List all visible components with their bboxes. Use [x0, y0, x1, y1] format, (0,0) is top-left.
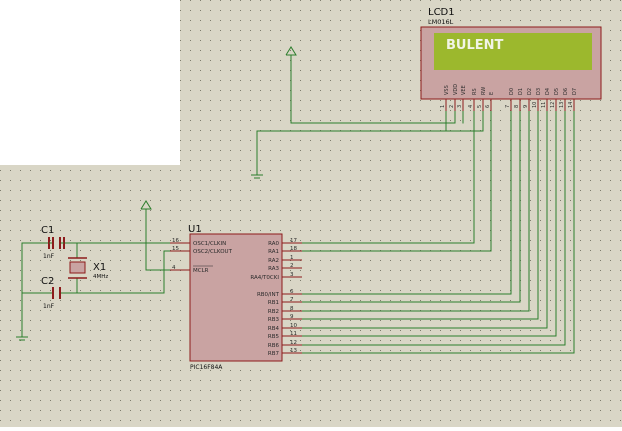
mcu-pin-number: 2: [290, 263, 294, 269]
mcu-part-number: PIC16F84A: [190, 364, 223, 371]
lcd-pin-number: 11: [541, 102, 547, 108]
mcu-pin-name: OSC1/CLKIN: [193, 241, 226, 247]
lcd-pin-number: 7: [505, 105, 511, 108]
mcu-pin-number: 18: [290, 246, 297, 252]
lcd-pin-number: 14: [568, 102, 574, 108]
mcu-pin-number: 8: [290, 306, 294, 312]
c1-value: 1nF: [43, 253, 55, 260]
x1-value: 4MHz: [93, 274, 108, 280]
mcu-pin-name: RA0: [268, 241, 279, 247]
lcd-pin-name: D2: [527, 88, 533, 95]
lcd-pin-name: D4: [545, 88, 551, 95]
mcu-pin-number: 7: [290, 297, 294, 303]
mcu-pin-number: 9: [290, 314, 294, 320]
lcd-part-number: LM016L: [428, 18, 454, 26]
lcd-pin-name: D5: [554, 88, 560, 95]
mcu-pin-number: 3: [290, 272, 294, 278]
mcu-pin-name: RB4: [268, 326, 280, 332]
mcu-pin-name: RB1: [268, 300, 279, 306]
lcd-pin-number: 9: [523, 105, 529, 108]
mcu-pin-number: 10: [290, 323, 297, 329]
mcu-pin-name: RA1: [268, 249, 279, 255]
lcd-display-text: BULENT: [446, 38, 504, 53]
c1-reference: C1: [41, 225, 54, 236]
mcu-pin-name: RB3: [268, 317, 280, 323]
mcu-pin-name: RA4/T0CKI: [250, 275, 279, 281]
mcu-reference: U1: [188, 224, 202, 235]
mcu-pin-name: RB2: [268, 309, 279, 315]
mcu-pin-number: 12: [290, 340, 297, 346]
mcu-pin-number: 1: [290, 255, 294, 261]
c2-reference: C2: [41, 276, 54, 287]
mcu-pin-name: RB6: [268, 343, 280, 349]
lcd-pin-number: 4: [468, 105, 474, 108]
x1-reference: X1: [93, 262, 106, 273]
lcd-pin-number: 8: [514, 105, 520, 108]
pic-microcontroller[interactable]: U1 PIC16F84A 16 OSC1/CLKIN15 OSC2/CLKOUT4 M…: [170, 224, 302, 371]
lcd-pin-number: 3: [457, 105, 463, 108]
mcu-pin-name: RB5: [268, 334, 280, 340]
lcd-pin-number: 2: [449, 105, 455, 108]
schematic-drawing: BULENT LCD1 LM016L VSS 1 VDD 2 VEE 3 RS 4 RW 5 E 6 D…: [0, 0, 622, 427]
lcd-pin-name: E: [489, 92, 495, 95]
lcd-pin-name: VEE: [461, 85, 467, 95]
lcd-pin-number: 5: [477, 105, 483, 108]
mcu-pin-number: 4: [172, 265, 176, 271]
lcd-pin-name: D3: [536, 88, 542, 95]
mcu-pin-name: RB7: [268, 351, 280, 357]
lcd-pin-name: D1: [518, 88, 524, 95]
mcu-pin-name: MCLR: [193, 268, 209, 274]
lcd-pin-number: 6: [485, 105, 491, 108]
lcd-pin-number: 1: [440, 105, 446, 108]
lcd-pin-name: D7: [572, 88, 578, 95]
lcd-pin-name: D0: [509, 88, 515, 95]
mcu-pin-number: 15: [172, 246, 179, 252]
lcd-pin-name: RW: [481, 87, 487, 95]
mcu-pin-number: 11: [290, 331, 297, 337]
lcd-pin-number: 13: [559, 102, 565, 108]
mcu-pin-name: RB0/INT: [257, 292, 280, 298]
lcd-pin-number: 12: [550, 102, 556, 108]
lcd-pin-name: VDD: [453, 84, 459, 95]
mcu-pin-name: OSC2/CLKOUT: [193, 249, 233, 255]
mcu-pin-number: 13: [290, 348, 297, 354]
c2-value: 1nF: [43, 303, 55, 310]
mcu-pin-number: 6: [290, 289, 294, 295]
mcu-pin-name: RA2: [268, 258, 279, 264]
lcd-pin-number: 10: [532, 102, 538, 108]
schematic-canvas[interactable]: BULENT LCD1 LM016L VSS 1 VDD 2 VEE 3 RS 4 RW 5 E 6 D…: [0, 0, 622, 427]
lcd-reference: LCD1: [428, 7, 455, 18]
mcu-pin-number: 17: [290, 238, 297, 244]
lcd-pin-name: RS: [472, 88, 478, 95]
mcu-pin-number: 16: [172, 238, 179, 244]
mcu-pin-name: RA3: [268, 266, 279, 272]
lcd-pin-name: D6: [563, 88, 569, 95]
lcd-pin-name: VSS: [444, 85, 450, 95]
